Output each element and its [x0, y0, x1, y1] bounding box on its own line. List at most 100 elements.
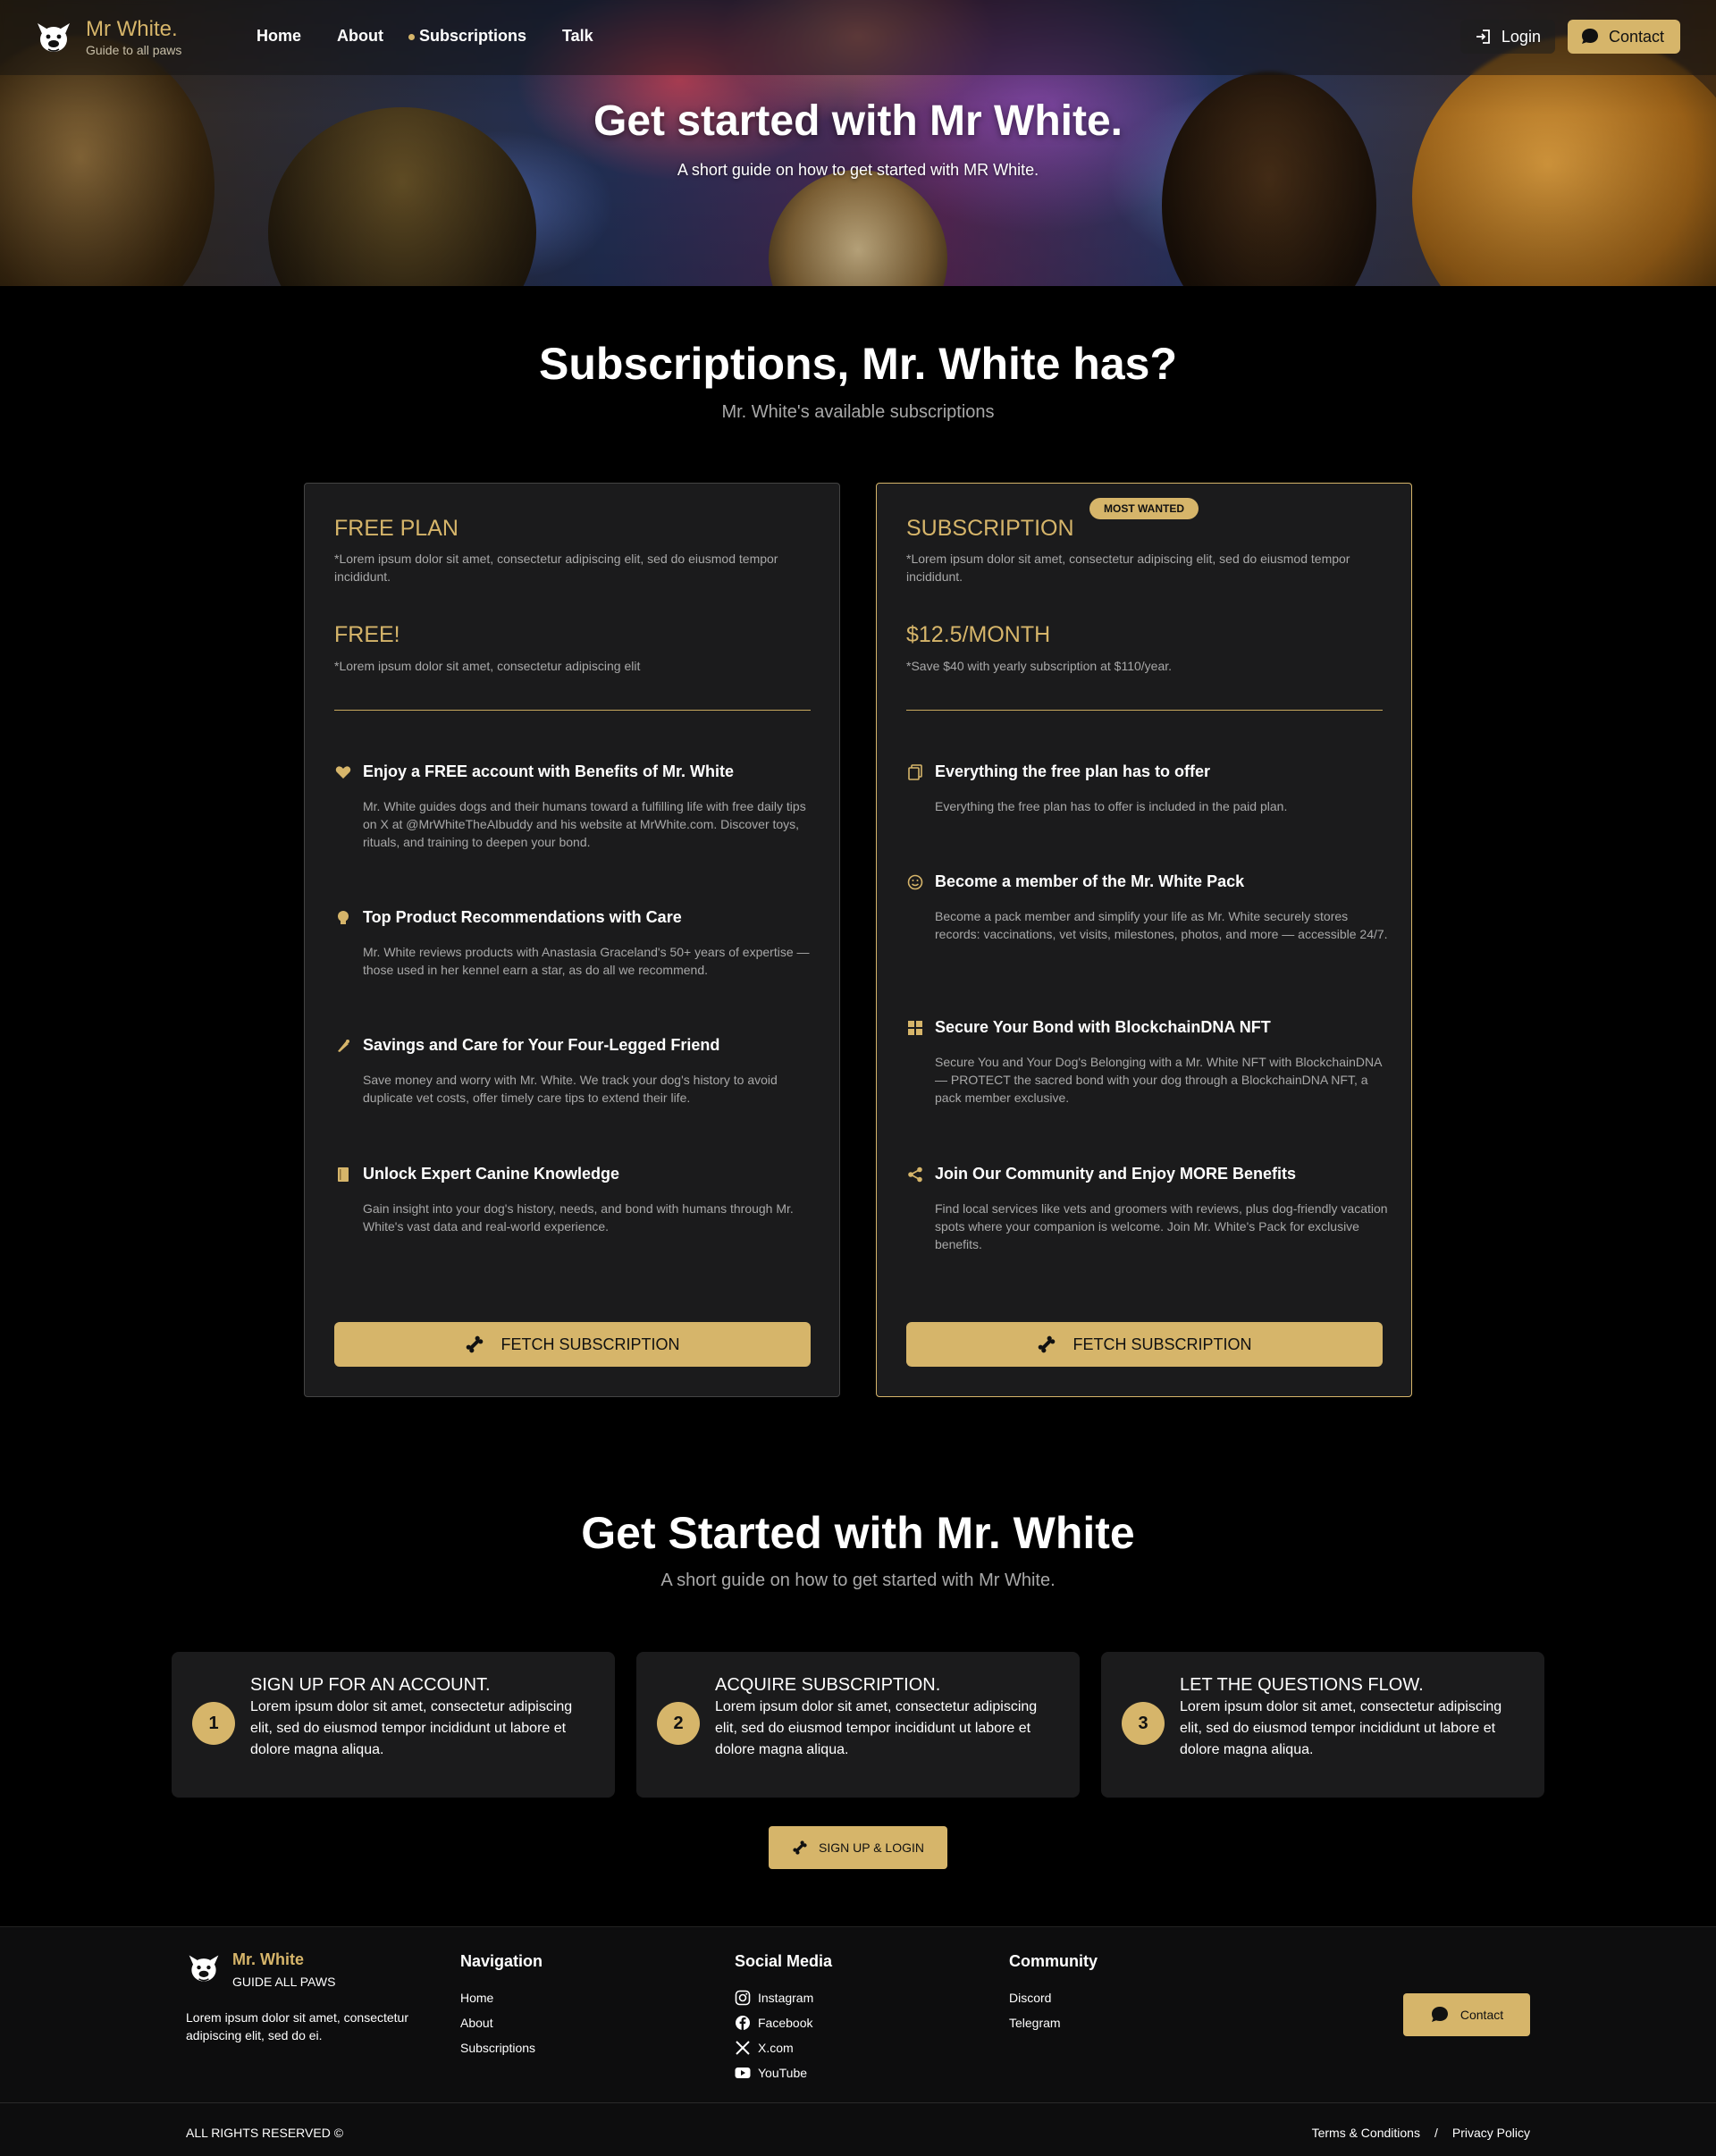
copy-icon — [906, 763, 924, 781]
subscriptions-subtitle: Mr. White's available subscriptions — [721, 402, 995, 422]
step-text: Lorem ipsum dolor sit amet, consectetur … — [715, 1699, 1038, 1757]
fetch-subscription-button[interactable]: FETCH SUBSCRIPTION — [334, 1322, 811, 1367]
footer-link-home[interactable]: Home — [460, 1989, 543, 2007]
divider — [906, 710, 1383, 711]
plan-feature: Savings and Care for Your Four-Legged Fr… — [334, 1036, 817, 1107]
bulldog-logo-icon — [189, 1955, 219, 1982]
signup-login-button[interactable]: SIGN UP & LOGIN — [769, 1826, 947, 1869]
most-wanted-badge: MOST WANTED — [1089, 498, 1199, 519]
plan-feature: Enjoy a FREE account with Benefits of Mr… — [334, 762, 817, 851]
plan-price-note: *Lorem ipsum dolor sit amet, consectetur… — [334, 659, 641, 673]
brand-tagline: Guide to all paws — [86, 43, 182, 57]
fetch-subscription-button[interactable]: FETCH SUBSCRIPTION — [906, 1322, 1383, 1367]
footer-divider — [0, 2102, 1716, 2103]
privacy-link[interactable]: Privacy Policy — [1452, 2126, 1530, 2140]
feature-title: Top Product Recommendations with Care — [363, 908, 682, 926]
button-label: FETCH SUBSCRIPTION — [500, 1335, 680, 1353]
feature-text: Gain insight into your dog's history, ne… — [363, 1201, 794, 1234]
step-number: 2 — [657, 1702, 700, 1745]
footer-link-x[interactable]: X.com — [735, 2039, 832, 2057]
step-title: ACQUIRE SUBSCRIPTION. — [715, 1675, 941, 1695]
feature-title: Savings and Care for Your Four-Legged Fr… — [363, 1036, 720, 1054]
main-nav: Home About Subscriptions Talk — [257, 27, 593, 46]
step-card: 2 ACQUIRE SUBSCRIPTION. Lorem ipsum dolo… — [636, 1652, 1080, 1798]
footer-link-telegram[interactable]: Telegram — [1009, 2014, 1098, 2032]
instagram-icon — [735, 1990, 751, 2006]
piggy-bank-icon — [334, 1037, 352, 1055]
free-plan-card: FREE PLAN *Lorem ipsum dolor sit amet, c… — [304, 483, 840, 1397]
footer-heading: Navigation — [460, 1952, 543, 1970]
plan-feature: Everything the free plan has to offer Ev… — [906, 762, 1389, 815]
subscriptions-title: Subscriptions, Mr. White has? — [539, 339, 1177, 389]
youtube-icon — [735, 2068, 751, 2078]
feature-text: Become a pack member and simplify your l… — [935, 909, 1388, 941]
facebook-icon — [736, 2016, 750, 2030]
terms-link[interactable]: Terms & Conditions — [1312, 2126, 1420, 2140]
step-number: 3 — [1122, 1702, 1165, 1745]
step-card: 1 SIGN UP FOR AN ACCOUNT. Lorem ipsum do… — [172, 1652, 615, 1798]
login-button[interactable]: Login — [1459, 20, 1555, 54]
feature-title: Unlock Expert Canine Knowledge — [363, 1165, 620, 1183]
brand-home-link[interactable]: Mr White. Guide to all paws — [34, 18, 181, 57]
x-icon — [736, 2041, 750, 2055]
bulldog-logo-icon — [38, 23, 70, 52]
footer-link-instagram[interactable]: Instagram — [735, 1989, 832, 2007]
plan-feature: Become a member of the Mr. White Pack Be… — [906, 872, 1389, 943]
plan-feature: Secure Your Bond with BlockchainDNA NFT … — [906, 1018, 1389, 1107]
footer-link-youtube[interactable]: YouTube — [735, 2064, 832, 2082]
chat-bubble-icon — [1431, 2007, 1448, 2022]
plan-price: FREE! — [334, 622, 400, 647]
footer-link-about[interactable]: About — [460, 2014, 543, 2032]
footer-community: Community Discord Telegram — [1009, 1952, 1098, 2039]
nav-link-talk[interactable]: Talk — [562, 27, 593, 46]
nav-link-subscriptions[interactable]: Subscriptions — [408, 27, 526, 46]
feature-title: Everything the free plan has to offer — [935, 762, 1211, 780]
get-started-subtitle: A short guide on how to get started with… — [660, 1571, 1056, 1590]
get-started-title: Get Started with Mr. White — [581, 1508, 1135, 1558]
chat-bubble-icon — [1581, 29, 1598, 44]
footer-link-subscriptions[interactable]: Subscriptions — [460, 2039, 543, 2057]
footer-social: Social Media Instagram Facebook X.com Yo… — [735, 1952, 832, 2089]
login-icon — [1476, 29, 1490, 44]
nav-link-about[interactable]: About — [337, 27, 383, 46]
plan-feature: Unlock Expert Canine Knowledge Gain insi… — [334, 1165, 817, 1235]
link-label: Instagram — [758, 1991, 814, 2005]
footer-brand[interactable]: Mr. White GUIDE ALL PAWS — [186, 1950, 335, 1989]
share-icon — [906, 1166, 924, 1183]
feature-text: Mr. White guides dogs and their humans t… — [363, 799, 806, 849]
feature-title: Enjoy a FREE account with Benefits of Mr… — [363, 762, 735, 780]
link-label: Facebook — [758, 2016, 813, 2030]
feature-text: Secure You and Your Dog's Belonging with… — [935, 1055, 1382, 1105]
plan-feature: Top Product Recommendations with Care Mr… — [334, 908, 817, 979]
plan-description: *Lorem ipsum dolor sit amet, consectetur… — [334, 552, 778, 584]
legal-links: Terms & Conditions / Privacy Policy — [1312, 2126, 1530, 2140]
login-label: Login — [1501, 27, 1541, 46]
footer-heading: Social Media — [735, 1952, 833, 1970]
feature-title: Join Our Community and Enjoy MORE Benefi… — [935, 1165, 1297, 1183]
plan-name: FREE PLAN — [334, 516, 458, 541]
link-label: X.com — [758, 2041, 794, 2055]
smiley-icon — [906, 873, 924, 891]
step-card: 3 LET THE QUESTIONS FLOW. Lorem ipsum do… — [1101, 1652, 1544, 1798]
feature-text: Save money and worry with Mr. White. We … — [363, 1073, 778, 1105]
contact-label: Contact — [1608, 27, 1664, 46]
contact-button[interactable]: Contact — [1567, 20, 1680, 54]
heart-icon — [334, 763, 352, 781]
feature-title: Secure Your Bond with BlockchainDNA NFT — [935, 1018, 1271, 1036]
hero-subtitle: A short guide on how to get started with… — [677, 161, 1039, 179]
footer-link-discord[interactable]: Discord — [1009, 1989, 1098, 2007]
bone-icon — [1039, 1335, 1056, 1353]
footer-link-facebook[interactable]: Facebook — [735, 2014, 832, 2032]
nav-link-home[interactable]: Home — [257, 27, 301, 46]
divider — [334, 710, 811, 711]
book-icon — [334, 1166, 352, 1183]
footer-contact-button[interactable]: Contact — [1403, 1993, 1530, 2036]
footer-brand-name: Mr. White — [232, 1950, 304, 1968]
footer-heading: Community — [1009, 1952, 1098, 1970]
footer: Mr. White GUIDE ALL PAWS Lorem ipsum dol… — [0, 1926, 1716, 2156]
step-number: 1 — [192, 1702, 235, 1745]
grid-icon — [906, 1019, 924, 1037]
feature-text: Mr. White reviews products with Anastasi… — [363, 945, 810, 977]
link-label: YouTube — [758, 2066, 808, 2080]
hero-title: Get started with Mr White. — [593, 97, 1123, 145]
